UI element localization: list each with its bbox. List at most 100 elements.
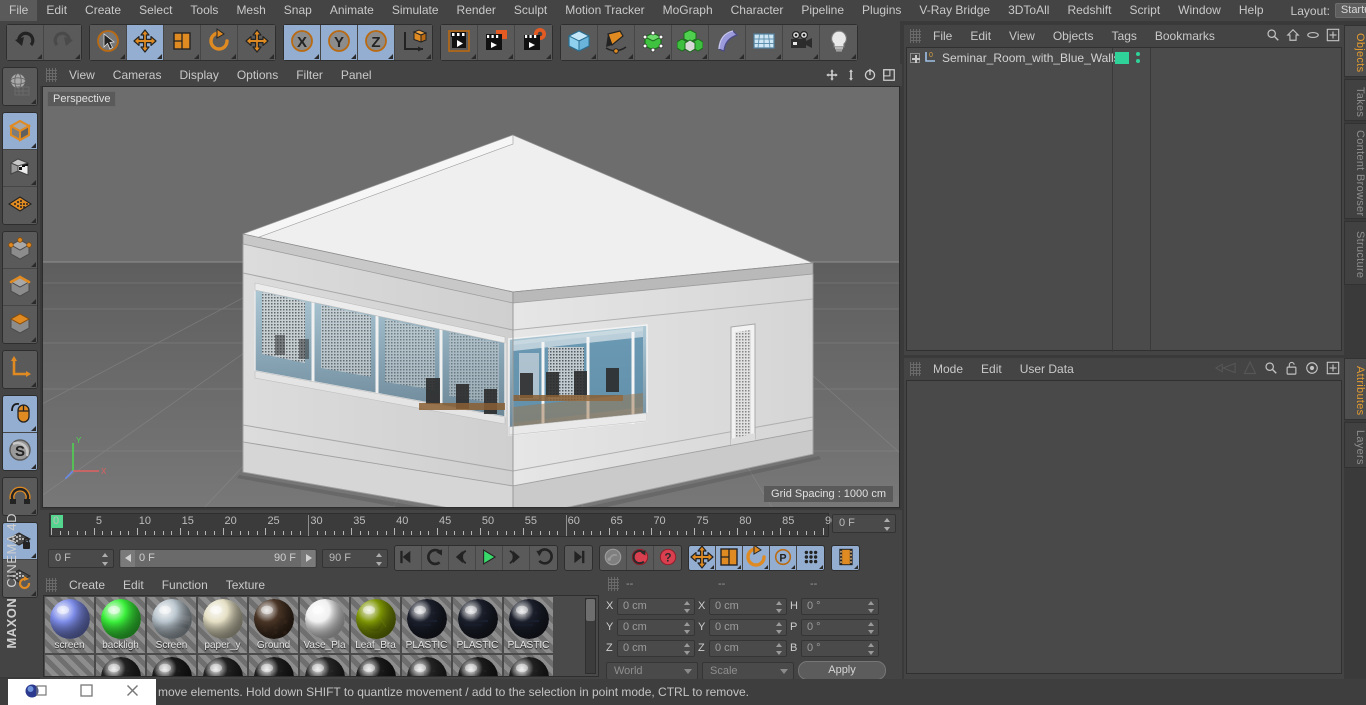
go-to-end-button[interactable] (565, 546, 592, 570)
dynamic-place-button[interactable] (238, 25, 275, 60)
viewport-menu-options[interactable]: Options (228, 64, 287, 86)
parameter-key-button[interactable]: P (770, 546, 797, 570)
menu-motion-tracker[interactable]: Motion Tracker (556, 0, 653, 21)
lock-icon[interactable] (1285, 361, 1298, 378)
axis-mode-button[interactable] (3, 351, 37, 388)
material-swatch[interactable]: PLASTIC (453, 597, 502, 653)
tab-structure[interactable]: Structure (1344, 221, 1366, 285)
add-panel-icon[interactable] (1326, 361, 1340, 378)
undo-button[interactable] (7, 25, 44, 60)
menu-pipeline[interactable]: Pipeline (792, 0, 853, 21)
panel-grip-icon[interactable] (910, 29, 921, 43)
size-field[interactable]: 0 cm (709, 619, 787, 636)
attribute-content-area[interactable] (906, 380, 1342, 674)
target-icon[interactable] (1305, 361, 1319, 378)
orbit-view-icon[interactable] (863, 68, 877, 85)
material-swatch[interactable]: PLASTIC (45, 655, 94, 677)
menu-mesh[interactable]: Mesh (227, 0, 274, 21)
size-field[interactable]: 0 cm (709, 640, 787, 657)
live-selection-button[interactable] (90, 25, 127, 60)
edges-mode-button[interactable] (3, 269, 37, 306)
add-light-button[interactable] (820, 25, 857, 60)
add-camera-button[interactable] (783, 25, 820, 60)
apply-button[interactable]: Apply (798, 661, 886, 680)
position-field[interactable]: 0 cm (617, 598, 695, 615)
search-icon[interactable] (1266, 28, 1280, 45)
viewport-menu-filter[interactable]: Filter (287, 64, 332, 86)
material-swatch[interactable] (147, 655, 196, 677)
point-level-animation-button[interactable] (797, 546, 824, 570)
menu-snap[interactable]: Snap (275, 0, 321, 21)
autokeying-button[interactable] (627, 546, 654, 570)
range-end-handle[interactable] (301, 550, 315, 567)
stepper-icon[interactable] (776, 601, 783, 613)
search-icon[interactable] (1264, 361, 1278, 378)
viewport-menu-display[interactable]: Display (170, 64, 227, 86)
menu-render[interactable]: Render (448, 0, 505, 21)
step-forward-button[interactable] (503, 546, 530, 570)
menu-mograph[interactable]: MoGraph (654, 0, 722, 21)
add-panel-icon[interactable] (1326, 28, 1340, 45)
scale-key-button[interactable] (716, 546, 743, 570)
stepper-icon[interactable] (868, 622, 875, 634)
position-key-button[interactable] (689, 546, 716, 570)
tab-objects[interactable]: Objects (1344, 25, 1366, 77)
attribute-menu-edit[interactable]: Edit (972, 358, 1011, 380)
max-frame-field[interactable]: 90 F (322, 549, 388, 568)
menu-character[interactable]: Character (722, 0, 793, 21)
rotation-field[interactable]: 0 ° (801, 598, 879, 615)
material-swatch[interactable]: PLASTIC (402, 597, 451, 653)
material-swatch[interactable] (453, 655, 502, 677)
layer-color-swatch[interactable] (1115, 52, 1129, 64)
object-menu-objects[interactable]: Objects (1044, 25, 1103, 47)
back-nav-icon[interactable] (1214, 361, 1236, 378)
menu-redshift[interactable]: Redshift (1058, 0, 1120, 21)
object-tree-row[interactable]: 0 Seminar_Room_with_Blue_Walls (907, 48, 1341, 67)
rotation-field[interactable]: 0 ° (801, 619, 879, 636)
viewport-menu-view[interactable]: View (60, 64, 104, 86)
visibility-dots-icon[interactable] (1135, 51, 1141, 68)
stepper-icon[interactable] (776, 643, 783, 655)
add-spline-button[interactable] (598, 25, 635, 60)
menu-file[interactable]: File (0, 0, 37, 21)
object-menu-tags[interactable]: Tags (1103, 25, 1146, 47)
redo-button[interactable] (44, 25, 81, 60)
material-swatch[interactable] (249, 655, 298, 677)
add-scene-object-button[interactable] (746, 25, 783, 60)
material-swatch[interactable]: Leaf_Bra (351, 597, 400, 653)
render-view-button[interactable] (441, 25, 478, 60)
home-icon[interactable] (1286, 28, 1300, 45)
menu-create[interactable]: Create (76, 0, 130, 21)
material-swatch[interactable] (300, 655, 349, 677)
material-list[interactable]: screen backligh Screen paper_y Ground Vase_Pl… (43, 595, 599, 677)
viewport-menu-cameras[interactable]: Cameras (104, 64, 171, 86)
material-swatch[interactable]: PLASTIC (504, 597, 553, 653)
move-tool-button[interactable] (127, 25, 164, 60)
go-to-start-button[interactable] (395, 546, 422, 570)
attribute-menu-user-data[interactable]: User Data (1011, 358, 1083, 380)
material-menu-texture[interactable]: Texture (217, 574, 274, 596)
points-mode-button[interactable] (3, 232, 37, 269)
material-swatch[interactable]: screen (45, 597, 94, 653)
attribute-menu-mode[interactable]: Mode (924, 358, 972, 380)
menu-sculpt[interactable]: Sculpt (505, 0, 556, 21)
material-swatch[interactable] (351, 655, 400, 677)
eye-icon[interactable] (1306, 28, 1320, 45)
size-field[interactable]: 0 cm (709, 598, 787, 615)
object-menu-file[interactable]: File (924, 25, 961, 47)
viewport-menu-panel[interactable]: Panel (332, 64, 381, 86)
go-to-previous-key-button[interactable] (422, 546, 449, 570)
menu-simulate[interactable]: Simulate (383, 0, 448, 21)
play-button[interactable] (476, 546, 503, 570)
record-active-objects-button[interactable] (600, 546, 627, 570)
close-icon[interactable] (126, 684, 139, 700)
material-menu-function[interactable]: Function (153, 574, 217, 596)
preview-range-slider[interactable]: 0 F 90 F (119, 549, 317, 568)
position-field[interactable]: 0 cm (617, 619, 695, 636)
tab-attributes[interactable]: Attributes (1344, 358, 1366, 420)
stepper-icon[interactable] (684, 601, 691, 613)
panel-grip-icon[interactable] (46, 578, 57, 592)
add-nurbs-button[interactable] (635, 25, 672, 60)
model-mode-button[interactable] (3, 113, 37, 150)
material-swatch[interactable]: Vase_Pla (300, 597, 349, 653)
